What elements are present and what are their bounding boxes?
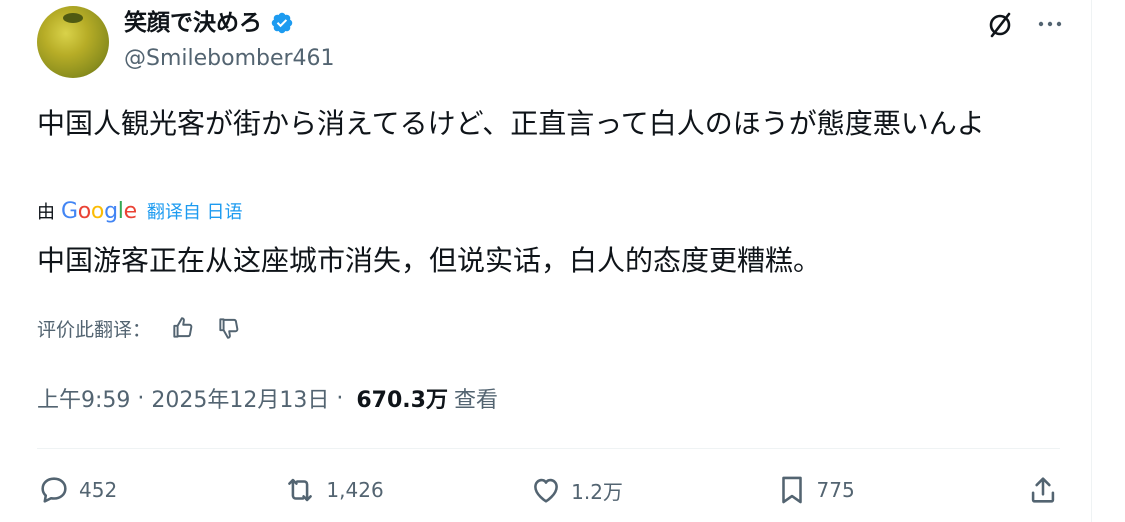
like-count: 1.2万 [571, 479, 623, 504]
views-label: 查看 [453, 388, 498, 413]
translation-by-label: 由 [37, 202, 55, 223]
reply-button[interactable]: 452 [37, 473, 137, 507]
share-icon [1031, 477, 1055, 503]
display-name[interactable]: 笑顔で決めろ [124, 6, 262, 40]
meta-separator: · [130, 385, 152, 411]
thumbs-up-icon[interactable] [169, 314, 197, 342]
share-button[interactable] [1020, 473, 1060, 507]
like-button[interactable]: 1.2万 [529, 473, 629, 507]
slashed-circle-icon[interactable] [985, 9, 1015, 39]
tweet-date[interactable]: 2025年12月13日 [151, 382, 329, 414]
retweet-button[interactable]: 1,426 [282, 473, 384, 507]
author-name-row: 笑顔で決めろ [124, 6, 294, 40]
bookmark-count: 775 [816, 478, 855, 502]
heart-icon [534, 478, 559, 503]
translation-attribution: 由 Google 翻译自 日语 [37, 196, 243, 226]
rate-translation-label: 评价此翻译： [37, 318, 152, 341]
google-logo: Google [61, 198, 137, 224]
verified-badge-icon [271, 12, 293, 34]
meta-separator: · [329, 385, 351, 411]
retweet-count: 1,426 [326, 478, 384, 502]
tweet-text: 中国人観光客が街から消えてるけど、正直言って白人のほうが態度悪いんよ [37, 107, 985, 140]
avatar-fruit-stem [63, 13, 83, 23]
rate-translation-row: 评价此翻译： [37, 312, 243, 344]
thumbs-down-icon[interactable] [215, 314, 243, 342]
bookmark-button[interactable]: 775 [775, 473, 875, 507]
action-bar: 452 1,426 1.2万 775 [37, 468, 1060, 512]
bookmark-icon [781, 476, 802, 504]
translated-text: 中国游客正在从这座城市消失，但说实话，白人的态度更糟糕。 [37, 244, 822, 277]
tweet-time[interactable]: 上午9:59 [37, 382, 130, 414]
reply-icon [41, 477, 67, 503]
translated-from-link[interactable]: 翻译自 日语 [147, 198, 243, 224]
retweet-icon [288, 478, 313, 502]
tweet-card: 笑顔で決めろ @Smilebomber461 中国人観光客が街から消えてるけど、… [0, 0, 1092, 522]
more-dots-icon[interactable] [1035, 9, 1065, 39]
view-count: 670.3万 [356, 388, 448, 413]
divider [37, 448, 1060, 449]
tweet-meta: 上午9:59 · 2025年12月13日 · 670.3万 查看 [37, 380, 498, 416]
user-handle[interactable]: @Smilebomber461 [124, 44, 335, 74]
avatar[interactable] [37, 6, 109, 78]
header-actions [985, 9, 1065, 39]
reply-count: 452 [79, 478, 118, 502]
